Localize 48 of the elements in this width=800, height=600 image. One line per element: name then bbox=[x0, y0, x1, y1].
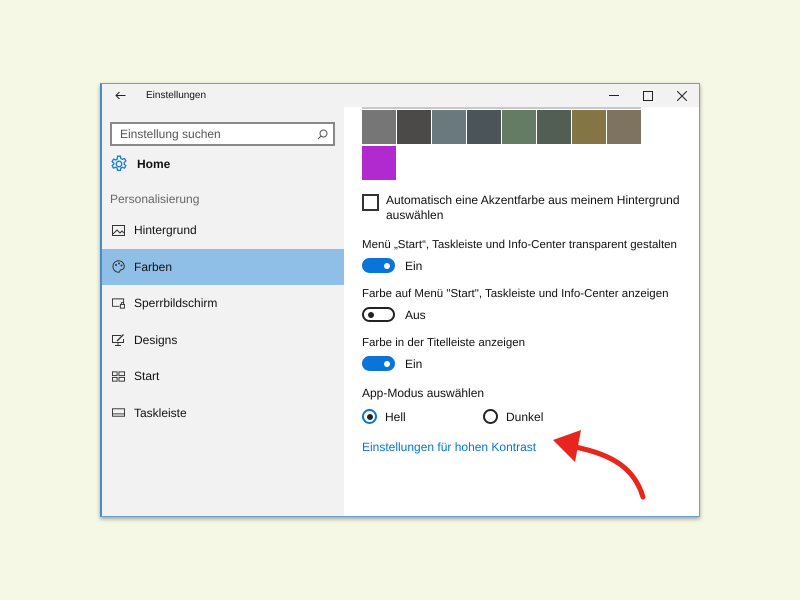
toggle-state: Ein bbox=[405, 356, 422, 370]
toggle-switch[interactable] bbox=[362, 258, 395, 273]
search-icon bbox=[317, 129, 328, 140]
nav-item[interactable]: Farben bbox=[102, 248, 344, 285]
nav-item[interactable]: Sperrbildschirm bbox=[102, 285, 344, 322]
toggle-switch[interactable] bbox=[362, 356, 395, 371]
monitor-lock-icon bbox=[112, 298, 125, 309]
maximize-icon bbox=[643, 90, 653, 100]
color-swatch[interactable] bbox=[537, 110, 571, 144]
color-swatch[interactable] bbox=[432, 110, 466, 144]
toggle-state: Aus bbox=[405, 308, 426, 322]
high-contrast-link[interactable]: Einstellungen für hohen Kontrast bbox=[362, 440, 536, 454]
color-swatch[interactable] bbox=[607, 110, 641, 144]
monitor-brush-icon bbox=[112, 334, 125, 346]
back-arrow-icon bbox=[114, 91, 126, 100]
color-swatch[interactable] bbox=[572, 110, 606, 144]
toggle-label: Farbe auf Menü "Start", Taskleiste und Info-Center anzeigen bbox=[362, 288, 670, 300]
toggle-switch[interactable] bbox=[362, 307, 395, 322]
checkbox-label: Automatisch eine Akzentfarbe aus meinem Hintergrund auswählen bbox=[386, 193, 680, 223]
tiles-icon bbox=[112, 370, 125, 382]
search-field[interactable]: Einstellung suchen bbox=[110, 122, 335, 146]
radio-button[interactable] bbox=[362, 409, 377, 424]
toggle-label: Farbe in der Titelleiste anzeigen bbox=[362, 337, 526, 349]
radio-button[interactable] bbox=[483, 409, 498, 424]
color-swatch[interactable] bbox=[362, 146, 396, 180]
close-icon bbox=[677, 90, 687, 100]
minimize-icon bbox=[609, 95, 619, 96]
nav-item[interactable]: Taskleiste bbox=[102, 394, 344, 431]
toggle-state: Ein bbox=[405, 258, 422, 272]
window-title: Einstellungen bbox=[146, 90, 208, 101]
nav-item[interactable]: Designs bbox=[102, 322, 344, 358]
color-swatch[interactable] bbox=[397, 110, 431, 144]
radio-label: Dunkel bbox=[506, 410, 544, 424]
color-swatch[interactable] bbox=[502, 110, 536, 144]
picture-icon bbox=[112, 224, 125, 236]
app-mode-label: App-Modus auswählen bbox=[362, 386, 486, 400]
taskbar-icon bbox=[112, 408, 125, 418]
color-swatch[interactable] bbox=[362, 110, 396, 144]
palette-icon bbox=[112, 260, 125, 274]
section-heading: Personalisierung bbox=[110, 192, 200, 206]
color-swatch[interactable] bbox=[467, 110, 501, 144]
radio-label: Hell bbox=[385, 410, 406, 424]
checkbox[interactable] bbox=[362, 194, 379, 211]
settings-icon[interactable] bbox=[110, 155, 128, 173]
home-link[interactable]: Home bbox=[137, 157, 170, 171]
nav-item[interactable]: Hintergrund bbox=[102, 212, 344, 248]
nav-item[interactable]: Start bbox=[102, 358, 344, 394]
toggle-label: Menü „Start“, Taskleiste und Info-Center transparent gestalten bbox=[362, 239, 678, 251]
